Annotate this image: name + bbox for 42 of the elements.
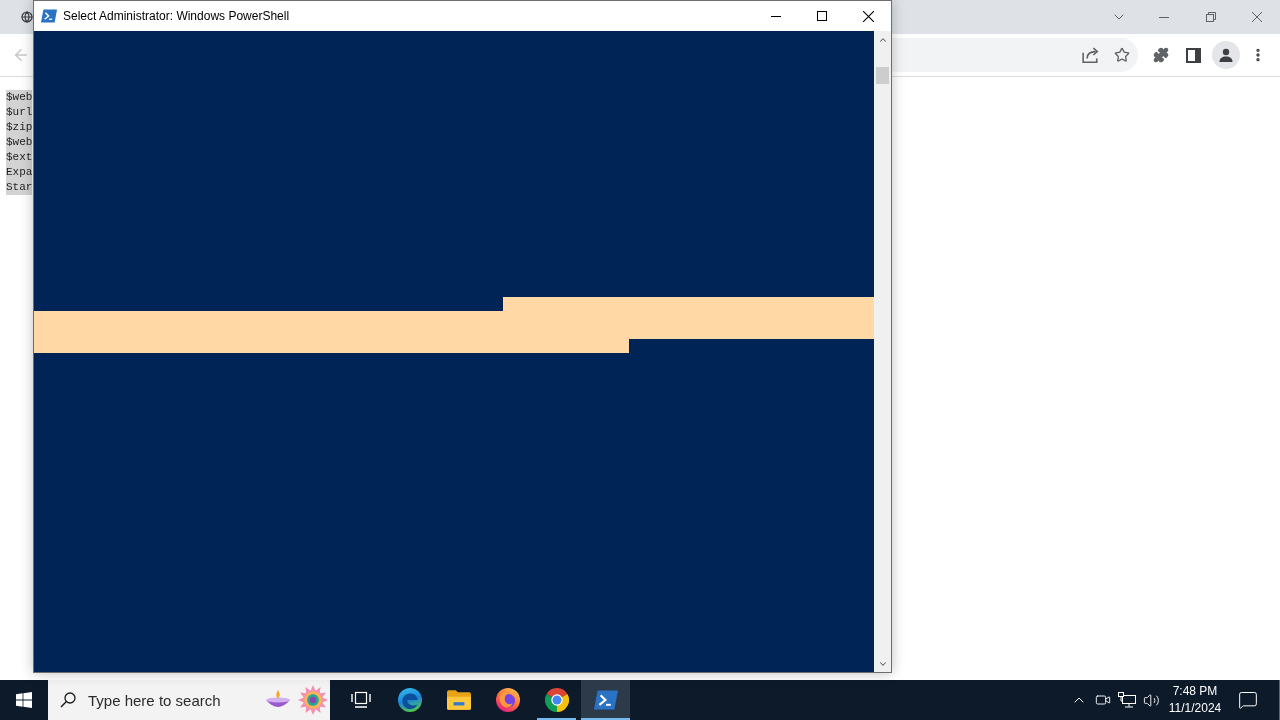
running-indicator: [537, 718, 576, 720]
code-line: Star: [6, 180, 33, 195]
terminal-prompt-icon: [41, 8, 57, 24]
speaker-icon: [1142, 691, 1160, 709]
share-icon: [1081, 47, 1099, 63]
edge-swirl-icon: [397, 688, 422, 712]
code-line: $zip: [6, 120, 33, 135]
video-camera-icon: [1095, 692, 1111, 708]
fox-globe-icon: [495, 688, 520, 712]
maximize-icon: [817, 11, 827, 21]
star-icon: [1114, 47, 1130, 63]
terminal-prompt-icon: [593, 688, 618, 712]
flower-rangoli-icon: [298, 685, 328, 715]
person-icon: [1219, 48, 1233, 62]
clock-button[interactable]: 7:48 PM 11/1/2024: [1165, 680, 1225, 720]
taskbar-app-button[interactable]: [581, 680, 630, 720]
running-indicator: [581, 718, 630, 720]
code-line: $ext: [6, 150, 33, 165]
scrollbar-thumb[interactable]: [876, 67, 889, 84]
profile-button[interactable]: [1212, 41, 1240, 69]
message-icon: [1238, 690, 1258, 710]
taskbar-search-box[interactable]: Type here to search: [48, 680, 330, 720]
chrome-logo-icon: [544, 688, 569, 712]
code-line: $url: [6, 105, 33, 120]
close-icon: [862, 10, 874, 22]
close-icon: [1252, 12, 1262, 22]
window-title: Select Administrator: Windows PowerShell: [63, 8, 290, 25]
task-view-icon: [350, 691, 371, 709]
folder-icon: [446, 690, 471, 710]
side-panel-icon: [1185, 47, 1201, 63]
code-line: $web: [6, 90, 33, 105]
search-icon: [60, 692, 76, 708]
search-field[interactable]: Type here to search: [88, 688, 248, 712]
network-monitor-icon: [1118, 692, 1136, 708]
puzzle-piece-icon: [1153, 47, 1169, 63]
windows-logo-icon: [16, 692, 32, 708]
minimize-icon: [1158, 16, 1169, 18]
globe-icon: [21, 11, 33, 23]
code-line: Expa: [6, 165, 33, 180]
minimize-icon: [771, 15, 781, 17]
restore-icon: [1205, 12, 1216, 22]
code-line: $web: [6, 135, 33, 150]
